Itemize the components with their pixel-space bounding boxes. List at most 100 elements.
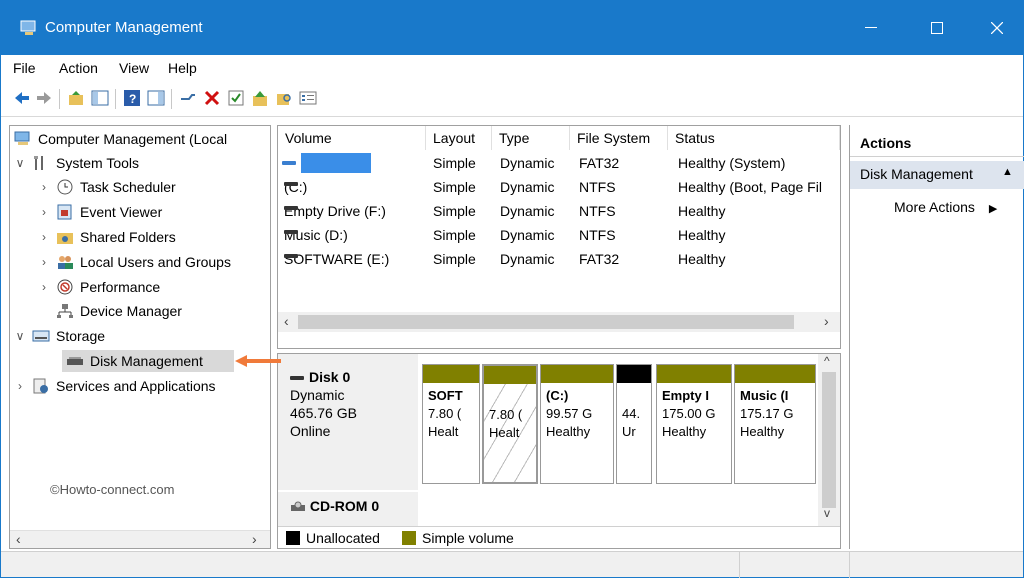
search-folder-icon[interactable] (275, 89, 293, 107)
table-row[interactable]: SOFTWARE (E:) Simple Dynamic FAT32 Healt… (278, 248, 840, 272)
tree-item-label: Device Manager (80, 303, 182, 319)
table-row[interactable]: Music (D:) Simple Dynamic NTFS Healthy (278, 224, 840, 248)
collapse-up-icon[interactable]: ▲ (1002, 166, 1013, 178)
list-horizontal-scrollbar[interactable]: ‹ › (278, 312, 840, 332)
tree-item-label: Services and Applications (56, 378, 216, 394)
maximize-icon (931, 22, 943, 34)
watermark: ©Howto-connect.com (50, 482, 175, 497)
partition-music[interactable]: Music (I 175.17 G Healthy (734, 364, 816, 484)
partition-empty-drive[interactable]: Empty I 175.00 G Healthy (656, 364, 732, 484)
status-cell: Healthy (678, 227, 726, 243)
partition-software[interactable]: SOFT 7.80 (Healt (422, 364, 480, 484)
simple-volume-swatch (402, 531, 416, 545)
partition-c[interactable]: (C:) 99.57 G Healthy (540, 364, 614, 484)
column-header-status[interactable]: Status (668, 126, 840, 150)
menu-bar: File Action View Help (1, 55, 1023, 81)
check-icon[interactable] (227, 89, 245, 107)
more-actions-item[interactable]: More Actions ▶ (894, 199, 997, 215)
help-icon[interactable]: ? (123, 89, 141, 107)
table-row[interactable]: Simple Dynamic FAT32 Healthy (System) (278, 152, 840, 176)
menu-help[interactable]: Help (168, 60, 197, 76)
tree-item-task-scheduler[interactable]: › Task Scheduler (38, 176, 176, 198)
menu-action[interactable]: Action (59, 60, 98, 76)
connect-icon[interactable] (179, 89, 197, 107)
tree-item-services-and-applications[interactable]: › Services and Applications (14, 375, 216, 397)
partition-system-selected[interactable]: 7.80 (Healt (482, 364, 538, 484)
tree-item-device-manager[interactable]: Device Manager (56, 300, 182, 322)
menu-view[interactable]: View (119, 60, 149, 76)
scroll-up-icon[interactable]: ^ (824, 354, 830, 368)
action-pane-icon[interactable] (147, 89, 165, 107)
partition-bar (735, 365, 815, 383)
back-arrow-icon[interactable] (13, 89, 31, 107)
scroll-right-icon[interactable]: › (824, 313, 829, 329)
menu-file[interactable]: File (13, 60, 36, 76)
close-button[interactable] (969, 1, 1024, 55)
disk-0-info[interactable]: Disk 0 Dynamic 465.76 GB Online (278, 354, 418, 490)
minimize-button[interactable] (843, 1, 899, 55)
scroll-left-icon[interactable]: ‹ (16, 531, 21, 547)
partition-bar (541, 365, 613, 383)
up-green-icon[interactable] (251, 89, 269, 107)
fs-cell: FAT32 (579, 251, 620, 267)
tree-item-event-viewer[interactable]: › Event Viewer (38, 201, 162, 223)
actions-section-disk-management[interactable]: Disk Management ▲ (850, 161, 1024, 189)
tree-item-shared-folders[interactable]: › Shared Folders (38, 226, 176, 248)
column-header-layout[interactable]: Layout (426, 126, 492, 150)
cd-rom-0-info[interactable]: CD-ROM 0 (278, 492, 418, 526)
tree-item-label: Performance (80, 279, 161, 295)
scroll-left-icon[interactable]: ‹ (284, 313, 289, 329)
column-header-type[interactable]: Type (492, 126, 570, 150)
tree-root[interactable]: Computer Management (Local (14, 128, 227, 150)
shared-folder-icon (57, 233, 73, 244)
scrollbar-thumb[interactable] (298, 315, 794, 329)
legend: Unallocated Simple volume (278, 526, 840, 548)
tree-item-local-users-and-groups[interactable]: › Local Users and Groups (38, 251, 231, 273)
close-icon (991, 22, 1003, 34)
chevron-right-icon[interactable]: › (38, 280, 50, 294)
show-hide-tree-icon[interactable] (91, 89, 109, 107)
partition-bar (484, 366, 536, 384)
tree-item-performance[interactable]: › Performance (38, 276, 160, 298)
partition-size: 7.80 ( (489, 407, 523, 422)
partition-size: 44. (622, 406, 641, 421)
tree-item-system-tools[interactable]: ∨ System Tools (14, 152, 139, 174)
maximize-button[interactable] (909, 1, 965, 55)
tree-horizontal-scrollbar[interactable]: ‹ › (10, 530, 270, 548)
forward-arrow-icon[interactable] (35, 89, 53, 107)
tree-item-storage[interactable]: ∨ Storage (14, 325, 105, 347)
chevron-down-icon[interactable]: ∨ (14, 329, 26, 343)
partition-bar (657, 365, 731, 383)
chevron-right-icon[interactable]: › (38, 230, 50, 244)
scroll-down-icon[interactable]: v (824, 506, 830, 520)
legend-label: Unallocated (306, 530, 380, 546)
tree-item-disk-management[interactable]: Disk Management (62, 350, 234, 372)
partition-unallocated[interactable]: 44. Ur (616, 364, 652, 484)
properties-icon[interactable] (299, 89, 317, 107)
table-row[interactable]: Empty Drive (F:) Simple Dynamic NTFS Hea… (278, 200, 840, 224)
partition-status: Ur (622, 424, 636, 439)
scroll-right-icon[interactable]: › (252, 531, 257, 547)
delete-icon[interactable] (203, 89, 221, 107)
drive-icon (284, 182, 298, 186)
column-header-file-system[interactable]: File System (570, 126, 668, 150)
layout-cell: Simple (433, 155, 476, 171)
chevron-right-icon[interactable]: › (38, 205, 50, 219)
chevron-right-icon[interactable]: › (38, 255, 50, 269)
disk-vertical-scrollbar[interactable]: ^ v (818, 354, 840, 526)
device-manager-icon (57, 304, 73, 318)
svg-text:?: ? (129, 92, 136, 106)
scrollbar-thumb[interactable] (822, 372, 836, 508)
column-header-volume[interactable]: Volume (278, 126, 426, 150)
volume-name-editing[interactable] (300, 153, 371, 173)
chevron-down-icon[interactable]: ∨ (14, 156, 26, 170)
tree-item-label: System Tools (56, 155, 139, 171)
partition-size: 7.80 ( (428, 406, 462, 421)
layout-cell: Simple (433, 251, 476, 267)
legend-label: Simple volume (422, 530, 514, 546)
fs-cell: FAT32 (579, 155, 620, 171)
chevron-right-icon[interactable]: › (38, 180, 50, 194)
chevron-right-icon[interactable]: › (14, 379, 26, 393)
up-folder-icon[interactable] (67, 89, 85, 107)
table-row[interactable]: (C:) Simple Dynamic NTFS Healthy (Boot, … (278, 176, 840, 200)
